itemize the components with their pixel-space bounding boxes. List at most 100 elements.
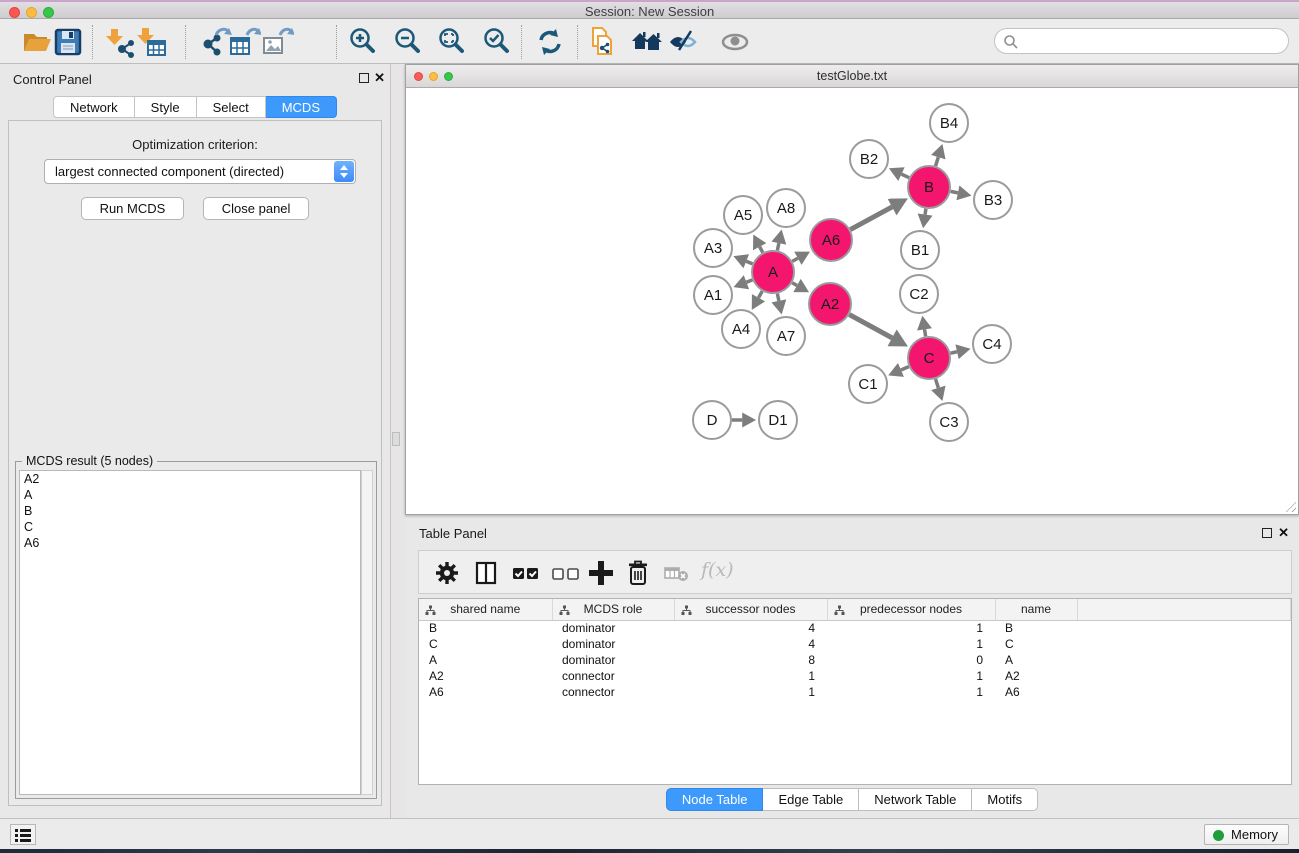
graph-edge-A-A5[interactable]: [760, 247, 763, 253]
table-toolbar: f(x): [418, 550, 1292, 594]
close-panel-icon[interactable]: ✕: [374, 70, 385, 86]
graph-edge-A-A1[interactable]: [746, 280, 752, 282]
table-row[interactable]: Bdominator41B: [419, 620, 1291, 636]
toolbar-separator: [185, 25, 186, 59]
graph-edge-B-B4[interactable]: [936, 157, 939, 166]
run-mcds-button[interactable]: Run MCDS: [81, 197, 185, 220]
mcds-result-item[interactable]: B: [20, 503, 360, 519]
import-network-icon[interactable]: [104, 26, 136, 58]
mcds-result-item[interactable]: A6: [20, 535, 360, 551]
table-mode-icon[interactable]: [471, 558, 501, 588]
graph-edge-B-B2[interactable]: [901, 174, 909, 178]
status-bar: Memory: [0, 818, 1299, 849]
table-cell: B: [995, 620, 1077, 636]
zoom-selected-icon[interactable]: [481, 26, 513, 58]
task-history-button[interactable]: [10, 824, 36, 845]
graph-edge-A-A3[interactable]: [746, 261, 752, 264]
tab-select[interactable]: Select: [197, 96, 266, 118]
zoom-out-icon[interactable]: [392, 26, 424, 58]
refresh-icon[interactable]: [534, 26, 566, 58]
graph-node-label: A8: [777, 200, 795, 217]
table-tabs: Node TableEdge TableNetwork TableMotifs: [405, 788, 1299, 811]
column-header-MCDS-role[interactable]: MCDS role: [552, 599, 674, 620]
mcds-result-item[interactable]: C: [20, 519, 360, 535]
graphics-details-icon[interactable]: [667, 26, 699, 58]
table-row[interactable]: A6connector11A6: [419, 684, 1291, 700]
table-body: Bdominator41BCdominator41CAdominator80AA…: [419, 620, 1291, 700]
table-row[interactable]: Cdominator41C: [419, 636, 1291, 652]
criterion-dropdown-value: largest connected component (directed): [55, 164, 284, 179]
duplicate-network-icon[interactable]: [587, 26, 619, 58]
graph-edge-C-C1[interactable]: [901, 367, 909, 370]
graph-edge-A-A8[interactable]: [777, 243, 778, 250]
result-list-scrollbar[interactable]: [361, 470, 373, 795]
table-cell: 1: [827, 620, 995, 636]
import-table-icon[interactable]: [135, 26, 167, 58]
graph-edge-A-A6[interactable]: [792, 258, 798, 261]
table-row[interactable]: Adominator80A: [419, 652, 1291, 668]
column-header-name[interactable]: name: [995, 599, 1077, 620]
tab-motifs[interactable]: Motifs: [972, 788, 1038, 811]
home-icon[interactable]: [631, 26, 663, 58]
graph-edge-C-C4[interactable]: [950, 352, 957, 353]
tab-edge-table[interactable]: Edge Table: [763, 788, 859, 811]
table-row[interactable]: A2connector11A2: [419, 668, 1291, 684]
table-close-panel-icon[interactable]: ✕: [1278, 525, 1289, 541]
table-cell: B: [419, 620, 552, 636]
show-hide-eye-icon[interactable]: [719, 26, 751, 58]
graph-edge-A-A7[interactable]: [777, 294, 778, 301]
close-panel-button[interactable]: Close panel: [203, 197, 310, 220]
graph-edge-A2-C[interactable]: [849, 315, 892, 338]
tab-network[interactable]: Network: [53, 96, 135, 118]
control-panel-header: Control Panel ✕: [0, 64, 390, 90]
network-canvas[interactable]: B4B2BB3A5A8A6B1A3AA1C2A2A4A7C4CC1C3DD1: [406, 88, 1298, 514]
mcds-result-item[interactable]: A2: [20, 471, 360, 487]
delete-column-trash-icon[interactable]: [623, 558, 653, 588]
column-header-predecessor-nodes[interactable]: predecessor nodes: [827, 599, 995, 620]
memory-button[interactable]: Memory: [1204, 824, 1289, 845]
split-pane-handle[interactable]: [392, 432, 400, 446]
mcds-panel: Optimization criterion: largest connecte…: [8, 120, 382, 806]
graph-edge-C-C2[interactable]: [925, 329, 926, 336]
export-network-icon[interactable]: [200, 26, 232, 58]
open-session-icon[interactable]: [21, 26, 53, 58]
add-column-icon[interactable]: [586, 558, 616, 588]
graph-edge-arrowhead: [956, 185, 971, 200]
application-window: Session: New Session: [0, 0, 1299, 853]
search-input[interactable]: [1023, 31, 1278, 51]
mcds-result-item[interactable]: A: [20, 487, 360, 503]
table-panel: Table Panel ✕: [405, 518, 1299, 818]
memory-label: Memory: [1231, 827, 1278, 842]
export-table-icon[interactable]: [229, 26, 261, 58]
graph-edge-C-C3[interactable]: [936, 379, 939, 388]
column-header-successor-nodes[interactable]: successor nodes: [674, 599, 827, 620]
tab-mcds[interactable]: MCDS: [266, 96, 337, 118]
graph-edge-B-B3[interactable]: [951, 191, 958, 192]
deselect-all-checkboxes-icon[interactable]: [551, 558, 581, 588]
table-cell: dominator: [552, 652, 674, 668]
table-float-window-icon[interactable]: [1262, 528, 1272, 538]
float-window-icon[interactable]: [359, 73, 369, 83]
tab-style[interactable]: Style: [135, 96, 197, 118]
zoom-in-icon[interactable]: [347, 26, 379, 58]
toolbar-separator: [577, 25, 578, 59]
graph-node-label: A1: [704, 287, 722, 304]
graph-edge-A6-B[interactable]: [850, 207, 892, 230]
graph-edge-arrowhead: [771, 299, 786, 314]
criterion-dropdown[interactable]: largest connected component (directed): [44, 159, 356, 184]
table-cell: A2: [419, 668, 552, 684]
table-cell: 1: [827, 684, 995, 700]
graph-edge-A-A4[interactable]: [759, 291, 763, 298]
export-image-icon[interactable]: [262, 26, 294, 58]
tab-node-table[interactable]: Node Table: [666, 788, 764, 811]
tab-network-table[interactable]: Network Table: [859, 788, 972, 811]
zoom-fit-icon[interactable]: [436, 26, 468, 58]
save-session-icon[interactable]: [52, 26, 84, 58]
graph-edge-B-B1[interactable]: [925, 209, 926, 215]
select-all-checkboxes-icon[interactable]: [511, 558, 541, 588]
table-cell: A2: [995, 668, 1077, 684]
column-header-shared-name[interactable]: shared name: [419, 599, 552, 620]
network-graph: B4B2BB3A5A8A6B1A3AA1C2A2A4A7C4CC1C3DD1: [406, 88, 1298, 514]
graph-edge-A-A2[interactable]: [792, 283, 797, 286]
column-settings-gear-icon[interactable]: [432, 558, 462, 588]
